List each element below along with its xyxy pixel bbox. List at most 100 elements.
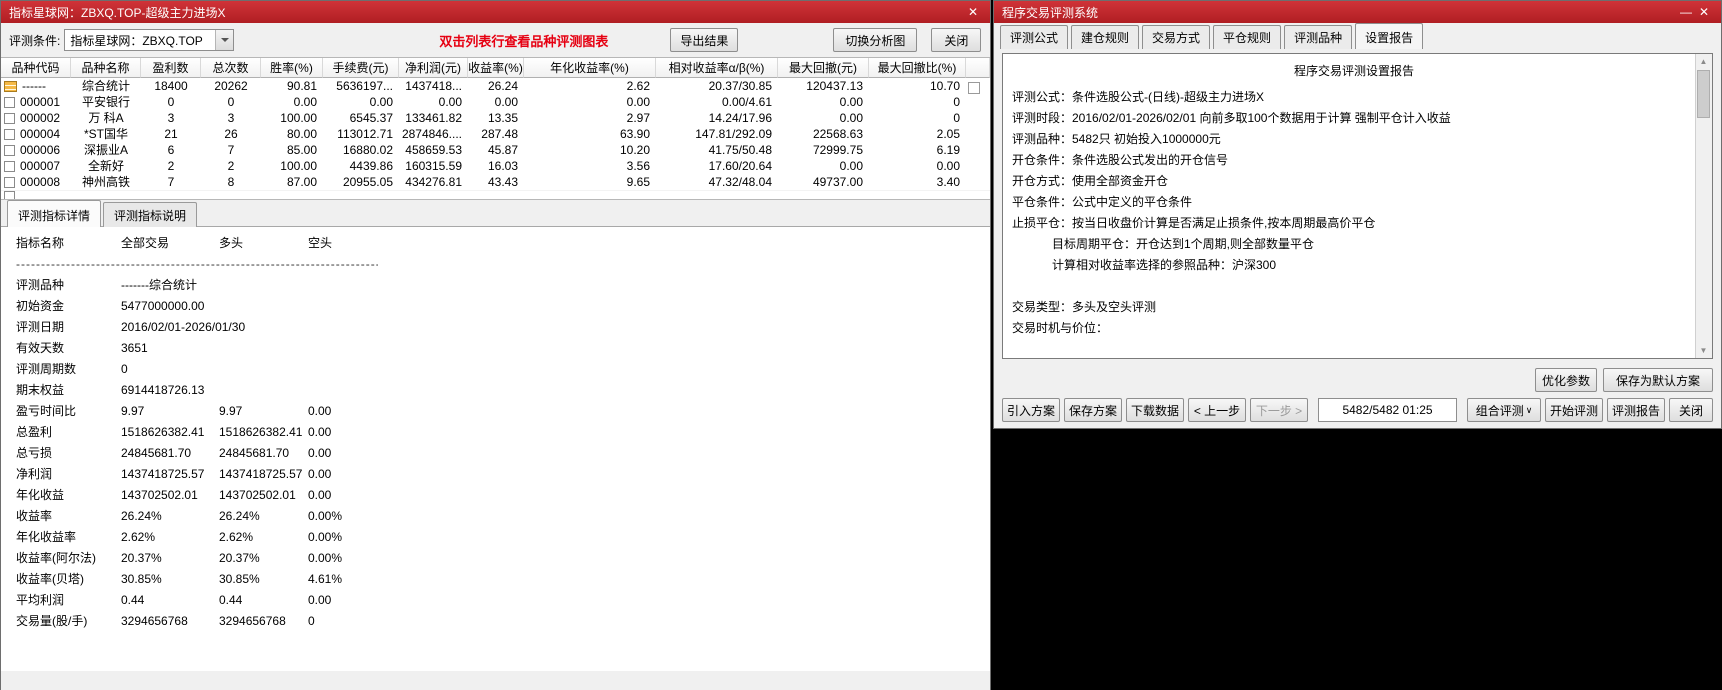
cell-max-drawdown: 0.00 — [839, 95, 863, 109]
details-row: 收益率(阿尔法) 20.37% 20.37% 0.00% — [1, 548, 990, 569]
row-checkbox[interactable] — [4, 80, 17, 92]
details-header: 指标名称 — [16, 236, 65, 250]
column-header[interactable]: 最大回撤比(%) — [869, 58, 966, 78]
code-cell: 000002 — [1, 110, 71, 126]
save-as-default-button[interactable]: 保存为默认方案 — [1603, 368, 1713, 392]
cell-net-profit: 434276.81 — [405, 175, 462, 189]
column-header[interactable]: 品种名称 — [71, 58, 141, 78]
column-header[interactable]: 收益率(%) — [468, 58, 524, 78]
combobox-value: 指标星球网：ZBXQ.TOP — [70, 33, 203, 48]
cell-total-count: 8 — [227, 175, 235, 189]
row-checkbox[interactable] — [4, 144, 15, 156]
details-row: 评测周期数 0 — [1, 359, 990, 380]
progress-status: 5482/5482 01:25 — [1318, 398, 1457, 422]
table-row[interactable]: 000006 深振业A 6 7 85.00 16880.02 458659.53… — [1, 142, 990, 158]
column-header[interactable]: 最大回撤(元) — [778, 58, 869, 78]
column-header[interactable]: 胜率(%) — [261, 58, 323, 78]
left-window-title: 指标星球网：ZBXQ.TOP-超级主力进场X — [9, 5, 226, 20]
table-row[interactable]: 000008 神州高铁 7 8 87.00 20955.05 434276.81… — [1, 174, 990, 190]
close-button[interactable]: 关闭 — [931, 28, 982, 52]
table-row[interactable]: 000002 万 科A 3 3 100.00 6545.37 133461.82… — [1, 110, 990, 126]
right-window-titlebar[interactable]: 程序交易评测系统 — ✕ — [994, 1, 1721, 23]
column-header[interactable]: 相对收益率α/β(%) — [656, 58, 778, 78]
settings-report-box: 程序交易评测设置报告 评测公式：条件选股公式-(日线)-超级主力进场X 评测时段：… — [1002, 53, 1713, 359]
cell-win-rate: 87.00 — [286, 175, 317, 189]
cell-return: 45.87 — [487, 143, 518, 157]
details-row: 期末权益 6914418726.13 — [1, 380, 990, 401]
close-button[interactable]: 关闭 — [1669, 398, 1713, 422]
tab-settings-report[interactable]: 设置报告 — [1355, 23, 1424, 49]
report-scrollbar[interactable]: ▲ ▼ — [1695, 54, 1712, 358]
column-header[interactable]: 年化收益率(%) — [524, 58, 656, 78]
tab-indicator-details[interactable]: 评测指标详情 — [7, 200, 102, 227]
report-line: 开仓方式：使用全部资金开仓 — [1012, 174, 1169, 188]
close-icon[interactable]: ✕ — [1695, 5, 1713, 19]
details-row: 评测日期 2016/02/01-2026/01/30 — [1, 317, 990, 338]
report-lines: 评测公式：条件选股公式-(日线)-超级主力进场X 评测时段：2016/02/01-… — [1012, 87, 1696, 339]
tab-eval-symbols[interactable]: 评测品种 — [1284, 25, 1353, 49]
tab-indicator-notes[interactable]: 评测指标说明 — [103, 202, 198, 227]
combo-eval-button[interactable]: 组合评测 ∨ — [1467, 398, 1541, 422]
close-icon[interactable]: ✕ — [964, 5, 982, 19]
import-plan-button[interactable]: 引入方案 — [1002, 398, 1060, 422]
details-row: 收益率 26.24% 26.24% 0.00% — [1, 506, 990, 527]
detail-name: 期末权益 — [16, 383, 65, 397]
start-eval-button[interactable]: 开始评测 — [1545, 398, 1603, 422]
minimize-icon[interactable]: — — [1677, 5, 1695, 19]
row-checkbox[interactable] — [4, 160, 15, 172]
column-header[interactable]: 品种代码 — [1, 58, 71, 78]
tab-open-rules[interactable]: 建仓规则 — [1071, 25, 1140, 49]
export-results-button[interactable]: 导出结果 — [670, 28, 739, 52]
report-line: 交易时机与价位： — [1012, 321, 1109, 335]
table-row-clipped[interactable] — [1, 190, 990, 199]
code-cell: 000006 — [1, 142, 71, 158]
cell-win-rate: 80.00 — [286, 127, 317, 141]
column-header[interactable]: 总次数 — [201, 58, 261, 78]
cell-return: 16.03 — [487, 159, 518, 173]
download-data-button[interactable]: 下载数据 — [1126, 398, 1184, 422]
cell-net-profit: 458659.53 — [405, 143, 462, 157]
cell-filler — [966, 126, 990, 142]
tab-eval-formula[interactable]: 评测公式 — [1000, 25, 1069, 49]
table-row[interactable]: ------ 综合统计 18400 20262 90.81 5636197...… — [1, 78, 990, 94]
detail-all-trades: 0 — [121, 362, 128, 376]
cell-fee: 20955.05 — [342, 175, 393, 189]
detail-short: 0.00 — [308, 488, 332, 502]
row-checkbox[interactable] — [4, 112, 15, 124]
scroll-up-icon[interactable]: ▲ — [1698, 56, 1709, 67]
table-row[interactable]: 000004 *ST国华 21 26 80.00 113012.71 28748… — [1, 126, 990, 142]
chevron-down-icon[interactable] — [215, 30, 234, 50]
eval-report-button[interactable]: 评测报告 — [1607, 398, 1665, 422]
condition-combobox[interactable]: 指标星球网：ZBXQ.TOP — [64, 29, 235, 51]
prev-step-button[interactable]: < 上一步 — [1188, 398, 1246, 422]
detail-all-trades: 3651 — [121, 341, 148, 355]
optimize-params-button[interactable]: 优化参数 — [1535, 368, 1597, 392]
report-title: 程序交易评测设置报告 — [1293, 64, 1414, 78]
column-header[interactable]: 盈利数 — [141, 58, 201, 78]
details-row: 评测品种 -------综合统计 — [1, 275, 990, 296]
tab-close-rules[interactable]: 平仓规则 — [1213, 25, 1282, 49]
tab-trade-mode[interactable]: 交易方式 — [1142, 25, 1211, 49]
detail-name: 收益率(贝塔) — [16, 572, 84, 586]
row-checkbox[interactable] — [4, 128, 15, 140]
detail-all-trades: 6914418726.13 — [121, 383, 205, 397]
left-window-titlebar[interactable]: 指标星球网：ZBXQ.TOP-超级主力进场X ✕ — [1, 1, 990, 23]
detail-long: 30.85% — [219, 572, 260, 586]
save-plan-button[interactable]: 保存方案 — [1064, 398, 1122, 422]
scroll-down-icon[interactable]: ▼ — [1698, 345, 1709, 356]
row-checkbox[interactable] — [4, 176, 15, 188]
cell-return: 0.00 — [494, 95, 518, 109]
detail-all-trades: 3294656768 — [121, 614, 188, 628]
scrollbar-thumb[interactable] — [1697, 70, 1710, 118]
header-corner-checkbox[interactable] — [968, 82, 980, 94]
table-row[interactable]: 000007 全新好 2 2 100.00 4439.86 160315.59 … — [1, 158, 990, 174]
column-header[interactable]: 手续费(元) — [323, 58, 399, 78]
cell-filler — [966, 142, 990, 158]
cell-win-count: 7 — [167, 175, 175, 189]
switch-chart-button[interactable]: 切换分析图 — [833, 28, 918, 52]
table-row[interactable]: 000001 平安银行 0 0 0.00 0.00 0.00 0.00 0.00… — [1, 94, 990, 110]
row-checkbox[interactable] — [4, 96, 15, 108]
detail-long: 20.37% — [219, 551, 260, 565]
column-header-filler — [966, 58, 990, 78]
column-header[interactable]: 净利润(元) — [399, 58, 468, 78]
